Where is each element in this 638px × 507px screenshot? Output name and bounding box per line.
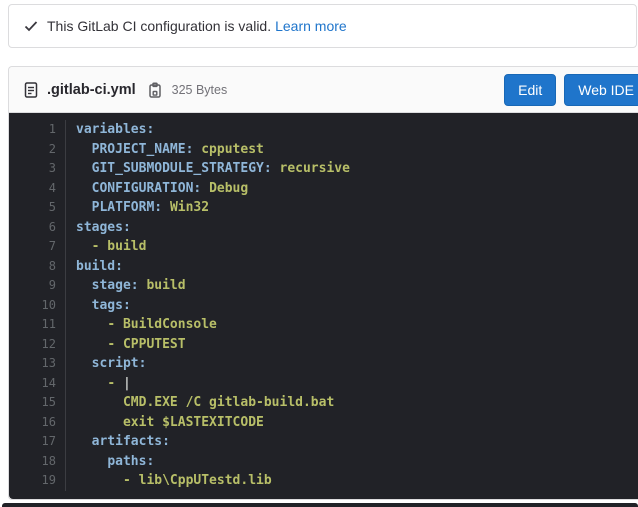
bottom-strip <box>2 503 638 507</box>
code-line: - CPPUTEST <box>76 335 638 355</box>
code-line: paths: <box>76 452 638 472</box>
validation-message: This GitLab CI configuration is valid. <box>47 18 271 34</box>
code-line: CMD.EXE /C gitlab-build.bat <box>76 393 638 413</box>
file-card: .gitlab-ci.yml 325 Bytes Edit Web IDE 12… <box>8 66 638 500</box>
edit-button[interactable]: Edit <box>504 74 556 106</box>
validation-banner: This GitLab CI configuration is valid. L… <box>8 4 637 48</box>
line-number[interactable]: 14 <box>9 374 56 394</box>
code-line: PLATFORM: Win32 <box>76 198 638 218</box>
code-line: CONFIGURATION: Debug <box>76 179 638 199</box>
line-number[interactable]: 6 <box>9 218 56 238</box>
file-size: 325 Bytes <box>172 83 228 97</box>
code-line: - | <box>76 374 638 394</box>
code-line: tags: <box>76 296 638 316</box>
gutter: 12345678910111213141516171819 <box>9 120 66 491</box>
web-ide-button[interactable]: Web IDE <box>564 74 638 106</box>
line-number[interactable]: 3 <box>9 159 56 179</box>
line-number[interactable]: 16 <box>9 413 56 433</box>
line-number[interactable]: 10 <box>9 296 56 316</box>
line-number[interactable]: 4 <box>9 179 56 199</box>
code-line: variables: <box>76 120 638 140</box>
code-lines: variables: PROJECT_NAME: cpputest GIT_SU… <box>66 120 638 491</box>
code-line: PROJECT_NAME: cpputest <box>76 140 638 160</box>
line-number[interactable]: 18 <box>9 452 56 472</box>
learn-more-link[interactable]: Learn more <box>275 18 347 34</box>
line-number[interactable]: 2 <box>9 140 56 160</box>
line-number[interactable]: 15 <box>9 393 56 413</box>
code-line: artifacts: <box>76 432 638 452</box>
line-number[interactable]: 13 <box>9 354 56 374</box>
check-icon <box>23 18 39 34</box>
code-line: build: <box>76 257 638 277</box>
code-line: stage: build <box>76 276 638 296</box>
code-line: - lib\CppUTestd.lib <box>76 471 638 491</box>
code-line: script: <box>76 354 638 374</box>
line-number[interactable]: 9 <box>9 276 56 296</box>
line-number[interactable]: 8 <box>9 257 56 277</box>
line-number[interactable]: 12 <box>9 335 56 355</box>
line-number[interactable]: 1 <box>9 120 56 140</box>
copy-to-clipboard-icon[interactable] <box>146 81 164 99</box>
line-number[interactable]: 19 <box>9 471 56 491</box>
code-line: - build <box>76 237 638 257</box>
code-line: - BuildConsole <box>76 315 638 335</box>
line-number[interactable]: 7 <box>9 237 56 257</box>
code-line: GIT_SUBMODULE_STRATEGY: recursive <box>76 159 638 179</box>
line-number[interactable]: 5 <box>9 198 56 218</box>
code-line: exit $LASTEXITCODE <box>76 413 638 433</box>
code-line: stages: <box>76 218 638 238</box>
file-document-icon <box>23 82 39 98</box>
code-viewer: 12345678910111213141516171819 variables:… <box>9 113 638 499</box>
line-number[interactable]: 11 <box>9 315 56 335</box>
file-header: .gitlab-ci.yml 325 Bytes Edit Web IDE <box>9 67 638 113</box>
line-number[interactable]: 17 <box>9 432 56 452</box>
file-name: .gitlab-ci.yml <box>47 82 136 98</box>
